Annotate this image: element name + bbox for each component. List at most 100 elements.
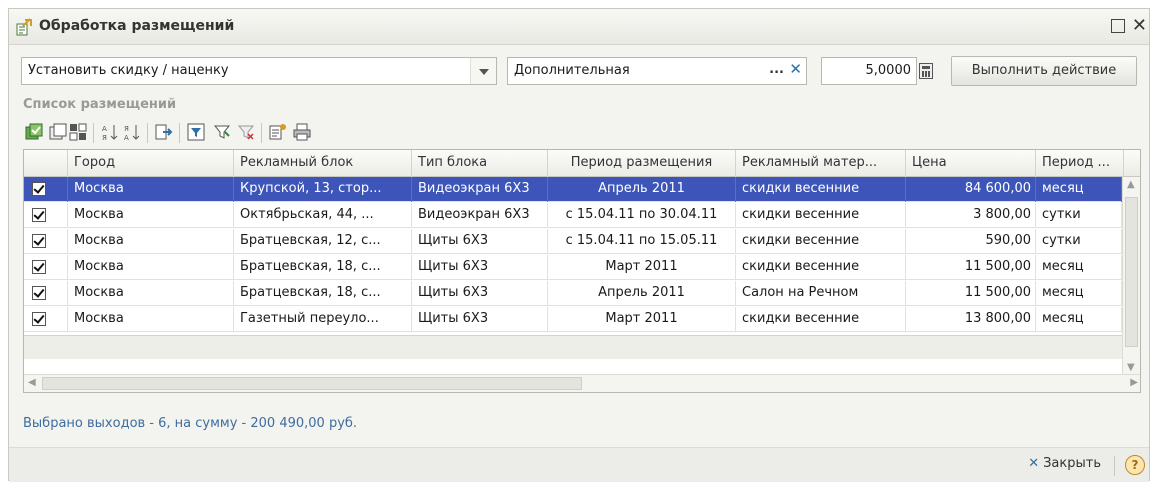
cell-material: скидки весенние <box>736 255 906 280</box>
scroll-left-icon[interactable]: ◀ <box>28 377 36 388</box>
column-header-city[interactable]: Город <box>68 150 234 177</box>
toolbar-separator <box>179 123 180 143</box>
row-checkbox[interactable] <box>32 286 46 300</box>
cell-period: Март 2011 <box>548 255 736 280</box>
export-icon[interactable] <box>155 123 173 141</box>
row-checkbox[interactable] <box>32 208 46 222</box>
footer-separator <box>1114 456 1115 476</box>
scroll-right-icon[interactable]: ▶ <box>1130 377 1138 388</box>
select-dots-button[interactable]: ... <box>769 62 784 77</box>
table-header: Город Рекламный блок Тип блока Период ра… <box>24 150 1140 177</box>
table-footer-row <box>24 335 1122 359</box>
vertical-scrollbar[interactable]: ▲ ▼ <box>1122 177 1140 375</box>
cell-block: Братцевская, 18, с... <box>234 255 412 280</box>
properties-icon[interactable] <box>269 123 287 141</box>
cell-material: скидки весенние <box>736 229 906 254</box>
column-header-check[interactable] <box>24 150 68 177</box>
cell-material: скидки весенние <box>736 177 906 202</box>
footer-bar: ✕ Закрыть ? <box>9 447 1149 482</box>
clear-filter-icon[interactable] <box>237 123 255 141</box>
invert-selection-icon[interactable] <box>69 123 87 141</box>
cell-type: Щиты 6Х3 <box>412 281 548 306</box>
svg-text:A: A <box>102 125 107 133</box>
chevron-down-icon[interactable] <box>470 58 496 84</box>
close-icon: ✕ <box>1028 456 1040 471</box>
row-checkbox[interactable] <box>32 312 46 326</box>
cell-block: Газетный переуло... <box>234 307 412 332</box>
cell-type: Видеоэкран 6Х3 <box>412 203 548 228</box>
help-button[interactable]: ? <box>1125 455 1145 475</box>
table-row[interactable]: Москва Братцевская, 18, с... Щиты 6Х3 Ап… <box>24 281 1122 306</box>
cell-block: Братцевская, 18, с... <box>234 281 412 306</box>
cell-period: Март 2011 <box>548 307 736 332</box>
kind-field[interactable]: Дополнительная ... ✕ <box>507 57 807 85</box>
action-select[interactable]: Установить скидку / наценку <box>21 57 497 85</box>
cell-unit: месяц <box>1036 177 1122 202</box>
column-header-unit[interactable]: Период ... <box>1036 150 1124 177</box>
placements-table: Город Рекламный блок Тип блока Период ра… <box>23 149 1141 393</box>
column-header-material[interactable]: Рекламный матер... <box>736 150 906 177</box>
cell-period: Апрель 2011 <box>548 177 736 202</box>
toolbar-separator <box>261 123 262 143</box>
sort-descending-icon[interactable]: ЯA <box>123 123 141 141</box>
table-row[interactable]: Москва Крупской, 13, стор... Видеоэкран … <box>24 177 1122 202</box>
svg-text:A: A <box>124 134 129 141</box>
svg-text:Я: Я <box>124 125 129 133</box>
cell-city: Москва <box>68 281 234 306</box>
svg-text:Я: Я <box>102 134 107 141</box>
clear-icon[interactable]: ✕ <box>789 60 802 78</box>
kind-field-value: Дополнительная <box>514 63 630 78</box>
close-button[interactable]: ✕ Закрыть <box>1028 456 1101 471</box>
maximize-icon[interactable] <box>1111 19 1125 33</box>
cell-type: Щиты 6Х3 <box>412 255 548 280</box>
column-header-block[interactable]: Рекламный блок <box>234 150 412 177</box>
scroll-up-icon[interactable]: ▲ <box>1127 179 1135 190</box>
amount-input[interactable]: 5,0000 <box>821 57 917 85</box>
cell-type: Видеоэкран 6Х3 <box>412 177 548 202</box>
cell-price: 11 500,00 <box>906 281 1036 306</box>
cell-type: Щиты 6Х3 <box>412 307 548 332</box>
execute-action-button[interactable]: Выполнить действие <box>951 56 1137 86</box>
check-all-icon[interactable] <box>25 123 43 141</box>
selection-summary: Выбрано выходов - 6, на сумму - 200 490,… <box>23 416 358 431</box>
cell-block: Братцевская, 12, с... <box>234 229 412 254</box>
vertical-scroll-thumb[interactable] <box>1125 197 1138 347</box>
filter-icon[interactable] <box>213 123 231 141</box>
horizontal-scrollbar[interactable]: ◀ ▶ <box>24 374 1140 392</box>
document-edit-icon <box>16 18 32 36</box>
table-row[interactable]: Москва Газетный переуло... Щиты 6Х3 Март… <box>24 307 1122 332</box>
print-icon[interactable] <box>293 123 311 141</box>
cell-unit: месяц <box>1036 255 1122 280</box>
filter-settings-icon[interactable] <box>187 123 205 141</box>
scroll-down-icon[interactable]: ▼ <box>1127 362 1135 373</box>
cell-price: 84 600,00 <box>906 177 1036 202</box>
list-label: Список размещений <box>23 97 177 112</box>
table-row[interactable]: Москва Октябрьская, 44, ... Видеоэкран 6… <box>24 203 1122 228</box>
column-header-type[interactable]: Тип блока <box>412 150 548 177</box>
row-checkbox[interactable] <box>32 260 46 274</box>
cell-price: 11 500,00 <box>906 255 1036 280</box>
table-row[interactable]: Москва Братцевская, 12, с... Щиты 6Х3 с … <box>24 229 1122 254</box>
close-button-label: Закрыть <box>1043 456 1101 471</box>
toolbar-separator <box>147 123 148 143</box>
amount-value: 5,0000 <box>865 63 912 78</box>
cell-period: с 15.04.11 по 15.05.11 <box>548 229 736 254</box>
cell-period: с 15.04.11 по 30.04.11 <box>548 203 736 228</box>
horizontal-scroll-thumb[interactable] <box>42 377 582 390</box>
cell-city: Москва <box>68 307 234 332</box>
window-title: Обработка размещений <box>39 18 235 34</box>
uncheck-all-icon[interactable] <box>49 123 67 141</box>
toolbar-separator <box>93 123 94 143</box>
row-checkbox[interactable] <box>32 182 46 196</box>
close-icon[interactable]: ✕ <box>1132 15 1147 36</box>
sort-ascending-icon[interactable]: AЯ <box>101 123 119 141</box>
row-checkbox[interactable] <box>32 234 46 248</box>
cell-city: Москва <box>68 229 234 254</box>
table-row[interactable]: Москва Братцевская, 18, с... Щиты 6Х3 Ма… <box>24 255 1122 280</box>
cell-unit: сутки <box>1036 229 1122 254</box>
calculator-icon[interactable] <box>919 63 933 79</box>
cell-city: Москва <box>68 203 234 228</box>
column-header-period[interactable]: Период размещения <box>548 150 736 177</box>
cell-price: 3 800,00 <box>906 203 1036 228</box>
column-header-price[interactable]: Цена <box>906 150 1036 177</box>
